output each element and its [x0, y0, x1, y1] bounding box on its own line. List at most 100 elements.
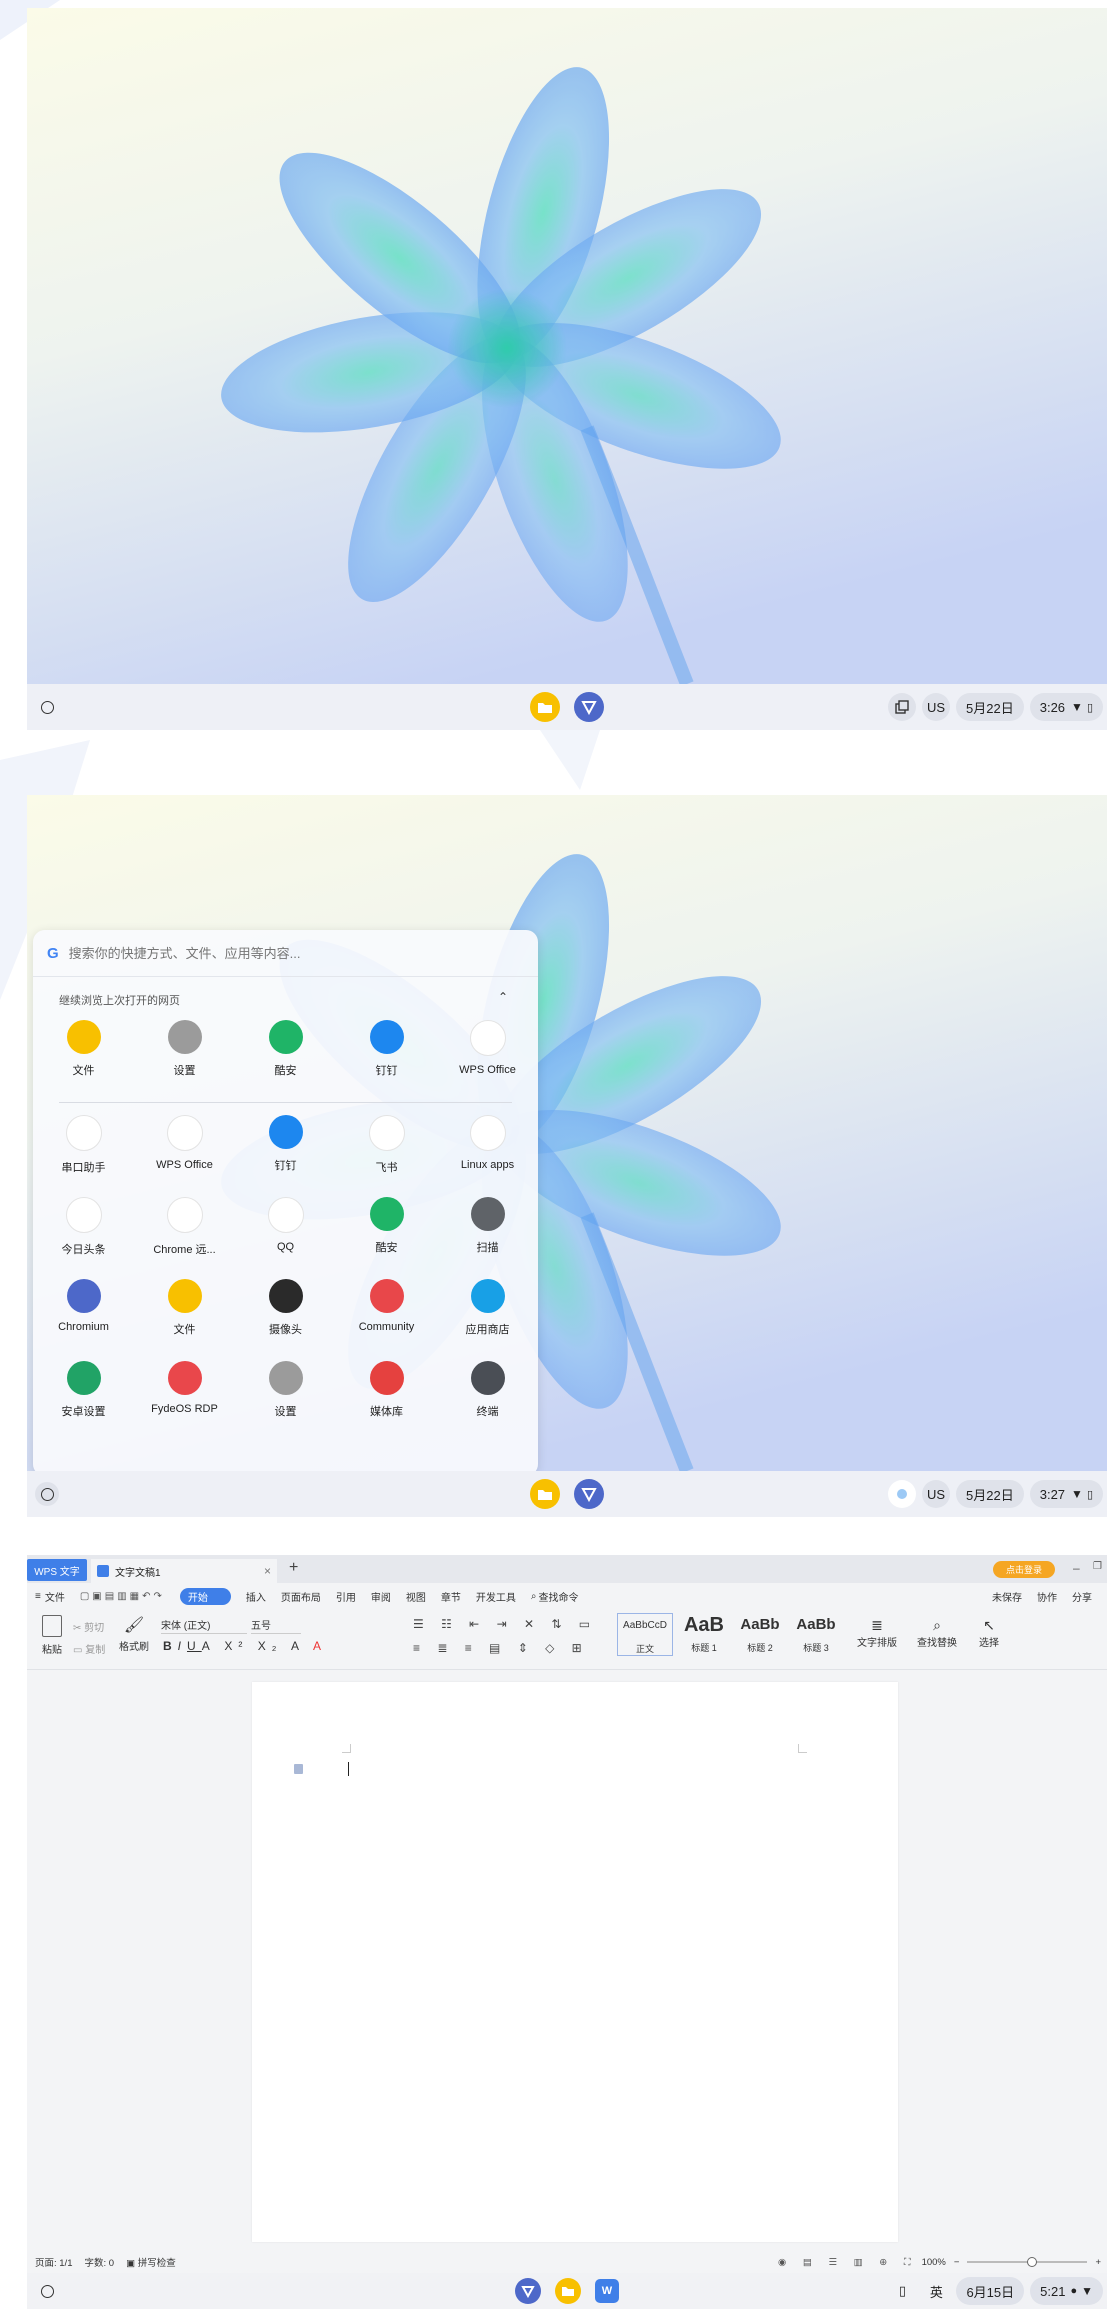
- alignment-buttons[interactable]: ≡ ≣ ≡ ▤ ⇕ ◇ ⊞: [413, 1641, 589, 1655]
- zoom-out-icon[interactable]: −: [954, 2257, 960, 2268]
- system-tray[interactable]: 3:26 ▼ ▯: [1029, 693, 1103, 721]
- unsaved-status[interactable]: 未保存: [992, 1589, 1022, 1604]
- font-select[interactable]: 宋体 (正文): [161, 1617, 247, 1634]
- file-icon[interactable]: ▯: [888, 2277, 916, 2305]
- collapse-chevron-icon[interactable]: ⌃: [498, 990, 508, 1004]
- launcher-app-tile[interactable]: 终端: [437, 1361, 538, 1443]
- style-preset[interactable]: AaBb 标题 2: [735, 1613, 785, 1656]
- date-button[interactable]: 6月15日: [956, 2277, 1025, 2305]
- launcher-button[interactable]: [35, 1482, 59, 1506]
- view-mode-buttons[interactable]: ◉ ▤ ☰ ▥ ⊕ ⛶: [778, 2257, 918, 2268]
- text-layout-button[interactable]: ≣ 文字排版: [857, 1617, 897, 1649]
- wps-app-tab[interactable]: WPS 文字: [27, 1559, 87, 1581]
- tab-references[interactable]: 引用: [336, 1589, 356, 1604]
- tab-layout[interactable]: 页面布局: [281, 1589, 321, 1604]
- copy-button[interactable]: ▭ 复制: [73, 1641, 105, 1656]
- ime-indicator[interactable]: US: [922, 1480, 951, 1508]
- tab-developer[interactable]: 开发工具: [476, 1589, 516, 1604]
- paste-group[interactable]: 粘贴: [37, 1615, 67, 1656]
- shelf-wps-writer-icon[interactable]: W: [595, 2279, 619, 2303]
- command-search[interactable]: 查找命令: [538, 1589, 578, 1604]
- close-tab-icon[interactable]: ×: [264, 1564, 271, 1578]
- launcher-app-tile[interactable]: WPS Office: [437, 1020, 538, 1102]
- restore-icon[interactable]: ❐: [1093, 1561, 1102, 1572]
- launcher-app-tile[interactable]: Community: [336, 1279, 437, 1361]
- tab-insert[interactable]: 插入: [246, 1589, 266, 1604]
- launcher-app-tile[interactable]: 安卓设置: [33, 1361, 134, 1443]
- system-tray[interactable]: 3:27 ▼ ▯: [1029, 1480, 1103, 1508]
- shelf-chromium-icon[interactable]: [574, 692, 604, 722]
- launcher-app-tile[interactable]: FydeOS RDP: [134, 1361, 235, 1443]
- launcher-app-tile[interactable]: 今日头条: [33, 1197, 134, 1279]
- spell-check[interactable]: ▣ 拼写检查: [126, 2255, 176, 2269]
- launcher-app-tile[interactable]: 钉钉: [336, 1020, 437, 1102]
- quick-tools[interactable]: ▢▣▤▥▦↶↷: [80, 1591, 165, 1602]
- launcher-app-tile[interactable]: 酷安: [235, 1020, 336, 1102]
- ime-indicator[interactable]: US: [922, 693, 951, 721]
- launcher-button[interactable]: [35, 695, 59, 719]
- shelf-chromium-icon[interactable]: [574, 1479, 604, 1509]
- overview-icon[interactable]: [888, 693, 917, 721]
- shelf-chromium-icon[interactable]: [515, 2278, 541, 2304]
- menu-icon[interactable]: ≡: [35, 1591, 41, 1602]
- zoom-slider[interactable]: [967, 2257, 1088, 2267]
- document-tab[interactable]: 文字文稿1 ×: [91, 1559, 277, 1583]
- tab-view[interactable]: 视图: [406, 1589, 426, 1604]
- launcher-app-tile[interactable]: 酷安: [336, 1197, 437, 1279]
- shelf-files-icon[interactable]: [555, 2278, 581, 2304]
- launcher-app-tile[interactable]: 应用商店: [437, 1279, 538, 1361]
- paragraph-handle-icon[interactable]: [294, 1764, 303, 1774]
- zoom-in-icon[interactable]: +: [1095, 2257, 1101, 2268]
- word-count[interactable]: 字数: 0: [85, 2255, 115, 2269]
- zoom-level[interactable]: 100%: [922, 2257, 946, 2268]
- shelf-files-icon[interactable]: [530, 692, 560, 722]
- launcher-search-input[interactable]: [66, 944, 451, 962]
- login-button[interactable]: 点击登录: [993, 1561, 1055, 1578]
- launcher-button[interactable]: [35, 2279, 59, 2303]
- cut-button[interactable]: ✂ 剪切: [73, 1619, 104, 1634]
- new-tab-icon[interactable]: +: [289, 1559, 298, 1577]
- battery-icon: ▯: [1086, 1488, 1093, 1501]
- file-menu[interactable]: 文件: [45, 1589, 65, 1604]
- launcher-app-tile[interactable]: 媒体库: [336, 1361, 437, 1443]
- style-preset[interactable]: AaBbCcD 正文: [617, 1613, 673, 1656]
- tab-home[interactable]: 开始: [179, 1587, 231, 1605]
- tab-review[interactable]: 审阅: [371, 1589, 391, 1604]
- launcher-app-tile[interactable]: 设置: [134, 1020, 235, 1102]
- date-button[interactable]: 5月22日: [956, 1480, 1024, 1508]
- launcher-app-tile[interactable]: 钉钉: [235, 1115, 336, 1197]
- share-button[interactable]: 分享: [1072, 1589, 1092, 1604]
- paragraph-buttons[interactable]: ☰ ☷ ⇤ ⇥ ✕ ⇅ ▭: [413, 1617, 597, 1631]
- launcher-app-tile[interactable]: Chromium: [33, 1279, 134, 1361]
- launcher-app-tile[interactable]: 飞书: [336, 1115, 437, 1197]
- launcher-app-tile[interactable]: 扫描: [437, 1197, 538, 1279]
- launcher-app-tile[interactable]: Linux apps: [437, 1115, 538, 1197]
- select-button[interactable]: ↖ 选择: [979, 1617, 999, 1649]
- find-replace-button[interactable]: ⌕ 查找替换: [917, 1617, 957, 1649]
- document-page[interactable]: [252, 1682, 898, 2242]
- launcher-app-tile[interactable]: 摄像头: [235, 1279, 336, 1361]
- zoom-slider-thumb[interactable]: [1027, 2257, 1038, 2267]
- launcher-app-tile[interactable]: Chrome 远...: [134, 1197, 235, 1279]
- style-preset[interactable]: AaBb 标题 3: [791, 1613, 841, 1656]
- ime-indicator[interactable]: 英: [922, 2277, 950, 2305]
- holding-space-icon[interactable]: [888, 1480, 917, 1508]
- font-style-buttons[interactable]: BIUA X² X₂ A A: [163, 1639, 327, 1653]
- style-preset[interactable]: AaB 标题 1: [679, 1613, 729, 1656]
- launcher-app-tile[interactable]: WPS Office: [134, 1115, 235, 1197]
- format-painter[interactable]: 🖌 格式刷: [117, 1615, 151, 1653]
- launcher-app-tile[interactable]: 串口助手: [33, 1115, 134, 1197]
- shelf-files-icon[interactable]: [530, 1479, 560, 1509]
- search-icon[interactable]: ⌕: [531, 1591, 537, 1602]
- launcher-app-tile[interactable]: 文件: [134, 1279, 235, 1361]
- app-label: 今日头条: [61, 1244, 106, 1256]
- minimize-icon[interactable]: –: [1073, 1561, 1080, 1575]
- system-tray[interactable]: 5:21 ● ▼: [1030, 2277, 1103, 2305]
- tab-chapter[interactable]: 章节: [441, 1589, 461, 1604]
- date-button[interactable]: 5月22日: [956, 693, 1024, 721]
- launcher-app-tile[interactable]: 文件: [33, 1020, 134, 1102]
- size-select[interactable]: 五号: [251, 1617, 301, 1634]
- launcher-app-tile[interactable]: QQ: [235, 1197, 336, 1279]
- launcher-app-tile[interactable]: 设置: [235, 1361, 336, 1443]
- collab-button[interactable]: 协作: [1037, 1589, 1057, 1604]
